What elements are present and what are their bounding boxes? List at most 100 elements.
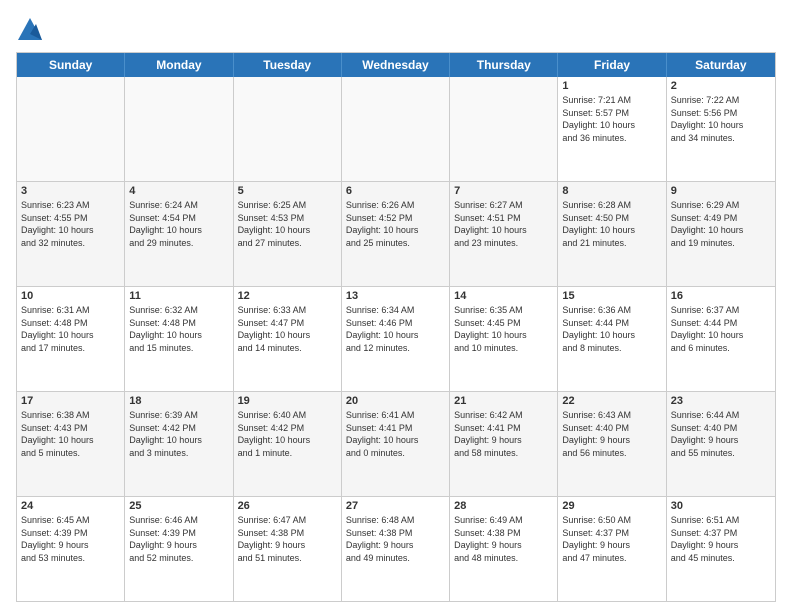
calendar-cell-0-1 [125, 77, 233, 181]
day-info: Sunrise: 6:51 AM Sunset: 4:37 PM Dayligh… [671, 514, 771, 564]
day-number: 27 [346, 500, 445, 512]
day-number: 7 [454, 185, 553, 197]
day-number: 29 [562, 500, 661, 512]
calendar-cell-4-1: 25Sunrise: 6:46 AM Sunset: 4:39 PM Dayli… [125, 497, 233, 601]
day-info: Sunrise: 7:21 AM Sunset: 5:57 PM Dayligh… [562, 94, 661, 144]
day-number: 2 [671, 80, 771, 92]
day-info: Sunrise: 6:28 AM Sunset: 4:50 PM Dayligh… [562, 199, 661, 249]
calendar-cell-1-4: 7 Sunrise: 6:27 AM Sunset: 4:51 PM Daylig… [450, 182, 558, 286]
day-number: 24 [21, 500, 120, 512]
day-info: Sunrise: 6:34 AM Sunset: 4:46 PM Dayligh… [346, 304, 445, 354]
calendar-cell-4-2: 26 Sunrise: 6:47 AM Sunset: 4:38 PM Dayli… [234, 497, 342, 601]
calendar-cell-2-0: 10 Sunrise: 6:31 AM Sunset: 4:48 PM Dayli… [17, 287, 125, 391]
day-info: Sunrise: 6:47 AM Sunset: 4:38 PM Dayligh… [238, 514, 337, 564]
day-number: 25 [129, 500, 228, 512]
calendar-cell-1-3: 6 Sunrise: 6:26 AM Sunset: 4:52 PM Daylig… [342, 182, 450, 286]
day-number: 11 [129, 290, 228, 302]
day-number: 10 [21, 290, 120, 302]
day-number: 14 [454, 290, 553, 302]
calendar-cell-0-4 [450, 77, 558, 181]
header-saturday: Saturday [667, 53, 775, 77]
day-number: 19 [238, 395, 337, 407]
day-number: 8 [562, 185, 661, 197]
calendar: Sunday Monday Tuesday Wednesday Thursday… [16, 52, 776, 602]
day-number: 15 [562, 290, 661, 302]
day-info: Sunrise: 6:23 AM Sunset: 4:55 PM Dayligh… [21, 199, 120, 249]
calendar-cell-3-3: 20Sunrise: 6:41 AM Sunset: 4:41 PM Dayli… [342, 392, 450, 496]
day-number: 22 [562, 395, 661, 407]
calendar-row-3: 17 Sunrise: 6:38 AM Sunset: 4:43 PM Dayli… [17, 392, 775, 497]
calendar-row-2: 10 Sunrise: 6:31 AM Sunset: 4:48 PM Dayli… [17, 287, 775, 392]
day-info: Sunrise: 6:27 AM Sunset: 4:51 PM Dayligh… [454, 199, 553, 249]
calendar-cell-2-2: 12Sunrise: 6:33 AM Sunset: 4:47 PM Dayli… [234, 287, 342, 391]
day-number: 28 [454, 500, 553, 512]
calendar-cell-1-5: 8 Sunrise: 6:28 AM Sunset: 4:50 PM Daylig… [558, 182, 666, 286]
day-info: Sunrise: 6:25 AM Sunset: 4:53 PM Dayligh… [238, 199, 337, 249]
calendar-cell-0-6: 2 Sunrise: 7:22 AM Sunset: 5:56 PM Daylig… [667, 77, 775, 181]
day-number: 23 [671, 395, 771, 407]
calendar-row-4: 24 Sunrise: 6:45 AM Sunset: 4:39 PM Dayli… [17, 497, 775, 601]
calendar-cell-1-1: 4 Sunrise: 6:24 AM Sunset: 4:54 PM Daylig… [125, 182, 233, 286]
logo-icon [16, 16, 44, 44]
day-info: Sunrise: 6:39 AM Sunset: 4:42 PM Dayligh… [129, 409, 228, 459]
day-info: Sunrise: 6:33 AM Sunset: 4:47 PM Dayligh… [238, 304, 337, 354]
logo [16, 16, 48, 44]
day-info: Sunrise: 6:24 AM Sunset: 4:54 PM Dayligh… [129, 199, 228, 249]
day-info: Sunrise: 6:29 AM Sunset: 4:49 PM Dayligh… [671, 199, 771, 249]
calendar-cell-0-3 [342, 77, 450, 181]
calendar-cell-1-2: 5Sunrise: 6:25 AM Sunset: 4:53 PM Daylig… [234, 182, 342, 286]
calendar-cell-0-2 [234, 77, 342, 181]
calendar-cell-3-6: 23 Sunrise: 6:44 AM Sunset: 4:40 PM Dayli… [667, 392, 775, 496]
day-info: Sunrise: 6:50 AM Sunset: 4:37 PM Dayligh… [562, 514, 661, 564]
calendar-cell-2-5: 15 Sunrise: 6:36 AM Sunset: 4:44 PM Dayli… [558, 287, 666, 391]
day-info: Sunrise: 6:48 AM Sunset: 4:38 PM Dayligh… [346, 514, 445, 564]
day-info: Sunrise: 6:31 AM Sunset: 4:48 PM Dayligh… [21, 304, 120, 354]
day-info: Sunrise: 6:49 AM Sunset: 4:38 PM Dayligh… [454, 514, 553, 564]
day-number: 18 [129, 395, 228, 407]
day-info: Sunrise: 6:37 AM Sunset: 4:44 PM Dayligh… [671, 304, 771, 354]
header-sunday: Sunday [17, 53, 125, 77]
header-wednesday: Wednesday [342, 53, 450, 77]
calendar-cell-3-1: 18 Sunrise: 6:39 AM Sunset: 4:42 PM Dayli… [125, 392, 233, 496]
calendar-cell-2-6: 16 Sunrise: 6:37 AM Sunset: 4:44 PM Dayli… [667, 287, 775, 391]
day-info: Sunrise: 6:32 AM Sunset: 4:48 PM Dayligh… [129, 304, 228, 354]
calendar-cell-2-3: 13Sunrise: 6:34 AM Sunset: 4:46 PM Dayli… [342, 287, 450, 391]
calendar-cell-4-3: 27 Sunrise: 6:48 AM Sunset: 4:38 PM Dayli… [342, 497, 450, 601]
calendar-cell-4-5: 29 Sunrise: 6:50 AM Sunset: 4:37 PM Dayli… [558, 497, 666, 601]
day-info: Sunrise: 6:35 AM Sunset: 4:45 PM Dayligh… [454, 304, 553, 354]
calendar-header: Sunday Monday Tuesday Wednesday Thursday… [17, 53, 775, 77]
day-info: Sunrise: 7:22 AM Sunset: 5:56 PM Dayligh… [671, 94, 771, 144]
day-info: Sunrise: 6:36 AM Sunset: 4:44 PM Dayligh… [562, 304, 661, 354]
day-info: Sunrise: 6:38 AM Sunset: 4:43 PM Dayligh… [21, 409, 120, 459]
day-number: 17 [21, 395, 120, 407]
header [16, 16, 776, 44]
day-number: 16 [671, 290, 771, 302]
day-number: 9 [671, 185, 771, 197]
day-number: 6 [346, 185, 445, 197]
calendar-cell-1-0: 3 Sunrise: 6:23 AM Sunset: 4:55 PM Daylig… [17, 182, 125, 286]
header-thursday: Thursday [450, 53, 558, 77]
day-number: 4 [129, 185, 228, 197]
page: Sunday Monday Tuesday Wednesday Thursday… [0, 0, 792, 612]
header-monday: Monday [125, 53, 233, 77]
calendar-cell-0-0 [17, 77, 125, 181]
day-number: 26 [238, 500, 337, 512]
calendar-row-1: 3 Sunrise: 6:23 AM Sunset: 4:55 PM Daylig… [17, 182, 775, 287]
calendar-cell-3-5: 22 Sunrise: 6:43 AM Sunset: 4:40 PM Dayli… [558, 392, 666, 496]
day-info: Sunrise: 6:45 AM Sunset: 4:39 PM Dayligh… [21, 514, 120, 564]
header-friday: Friday [558, 53, 666, 77]
day-number: 3 [21, 185, 120, 197]
calendar-cell-2-1: 11 Sunrise: 6:32 AM Sunset: 4:48 PM Dayli… [125, 287, 233, 391]
day-number: 20 [346, 395, 445, 407]
day-info: Sunrise: 6:43 AM Sunset: 4:40 PM Dayligh… [562, 409, 661, 459]
calendar-cell-4-4: 28 Sunrise: 6:49 AM Sunset: 4:38 PM Dayli… [450, 497, 558, 601]
day-info: Sunrise: 6:26 AM Sunset: 4:52 PM Dayligh… [346, 199, 445, 249]
calendar-row-0: 1Sunrise: 7:21 AM Sunset: 5:57 PM Daylig… [17, 77, 775, 182]
calendar-cell-2-4: 14 Sunrise: 6:35 AM Sunset: 4:45 PM Dayli… [450, 287, 558, 391]
header-tuesday: Tuesday [234, 53, 342, 77]
day-number: 21 [454, 395, 553, 407]
calendar-body: 1Sunrise: 7:21 AM Sunset: 5:57 PM Daylig… [17, 77, 775, 601]
day-info: Sunrise: 6:44 AM Sunset: 4:40 PM Dayligh… [671, 409, 771, 459]
calendar-cell-4-6: 30Sunrise: 6:51 AM Sunset: 4:37 PM Dayli… [667, 497, 775, 601]
calendar-cell-3-2: 19Sunrise: 6:40 AM Sunset: 4:42 PM Dayli… [234, 392, 342, 496]
